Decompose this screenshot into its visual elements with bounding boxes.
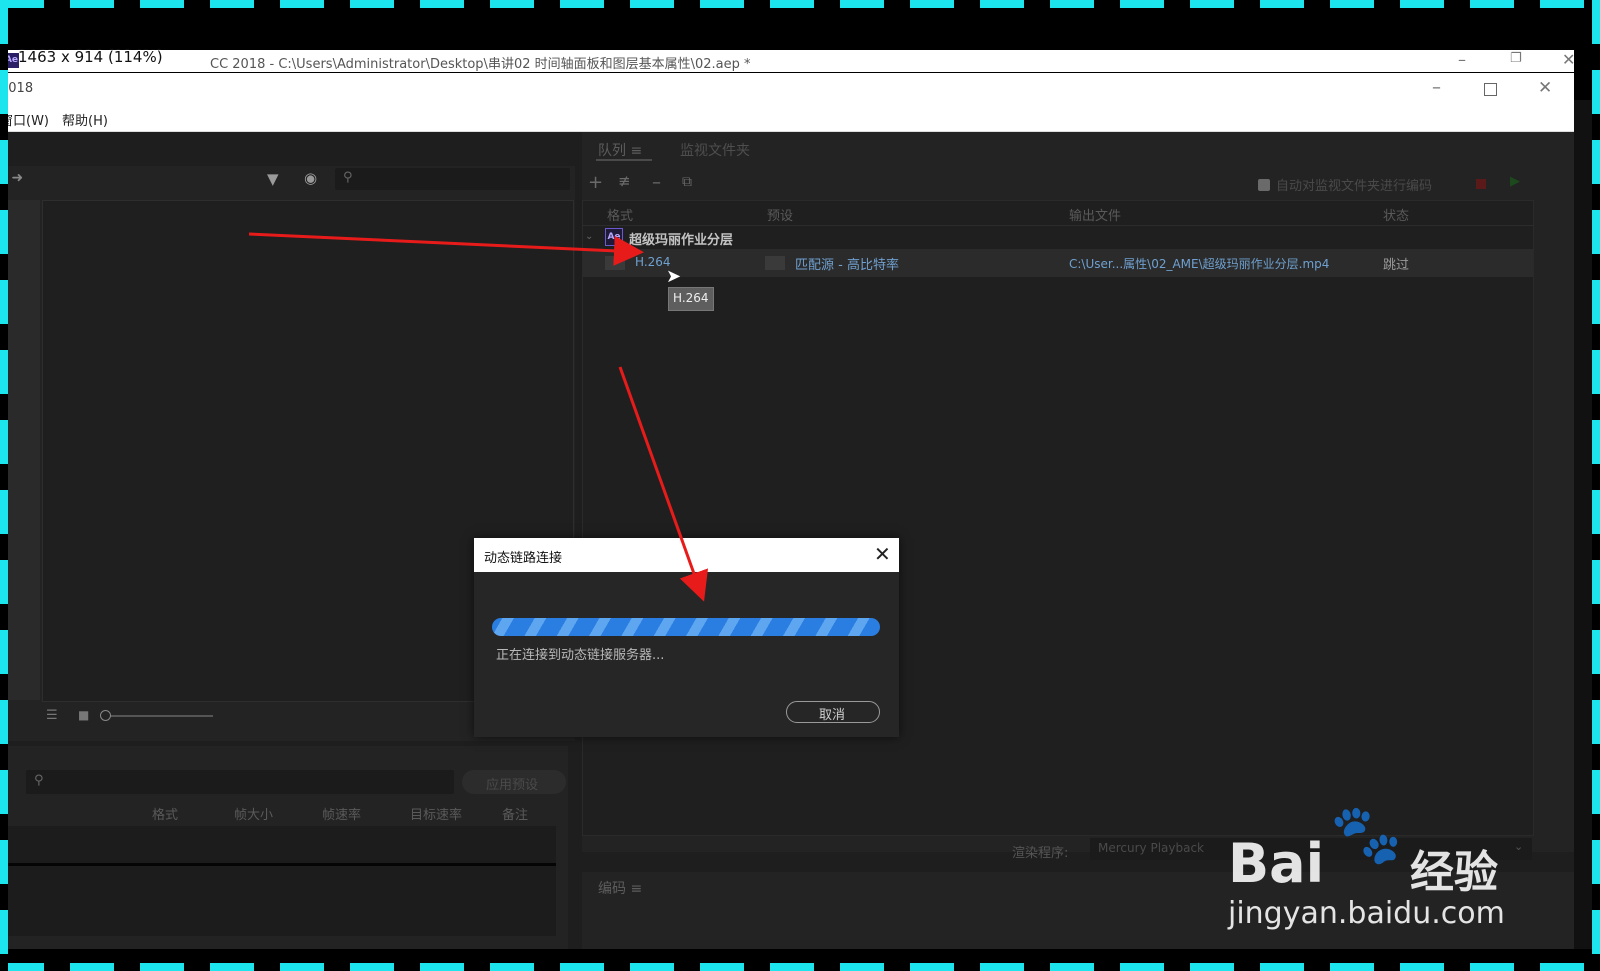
frame-bottom — [0, 963, 1600, 971]
frame-top — [0, 0, 1600, 8]
watermark-brand2: 经验 — [1410, 847, 1498, 898]
watermark-brand: Bai — [1228, 832, 1325, 895]
arrow-to-format — [248, 232, 644, 266]
frame-right — [1592, 0, 1600, 971]
baidu-watermark: Bai 🐾 经验 jingyan.baidu.com — [1228, 800, 1528, 940]
arrow-to-progress — [618, 366, 709, 602]
frame-left — [0, 0, 8, 971]
watermark-url: jingyan.baidu.com — [1228, 896, 1505, 931]
paw-logo-icon: 🐾 — [1330, 800, 1403, 868]
